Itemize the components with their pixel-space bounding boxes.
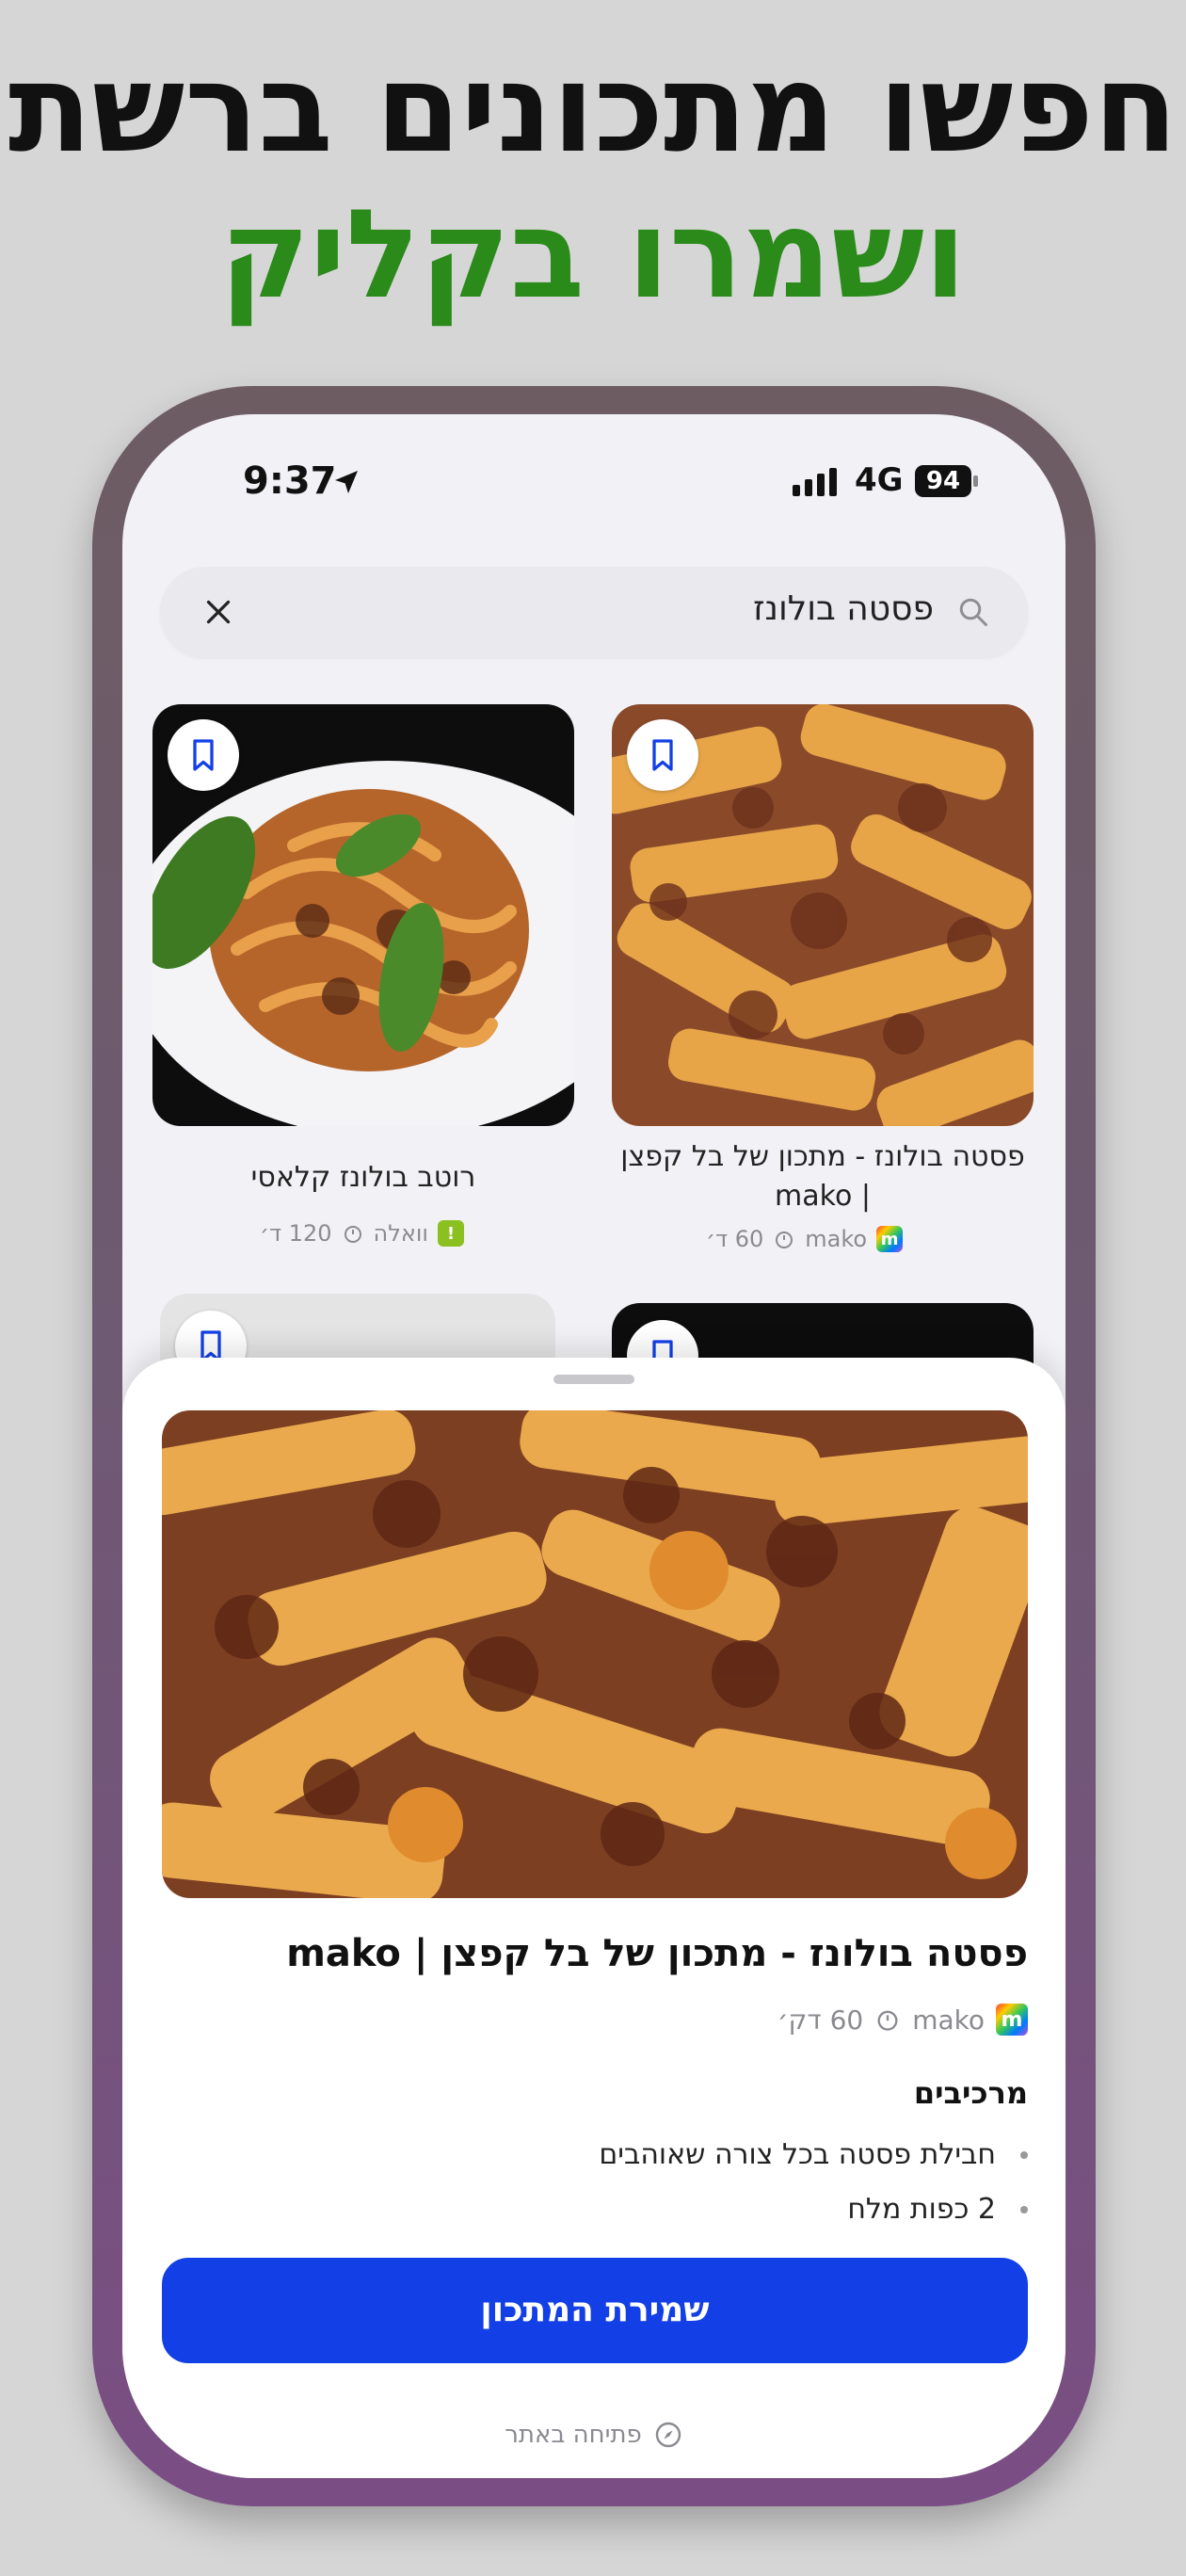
search-icon [959, 598, 987, 626]
result-time-1: 60 ד׳ [706, 1226, 764, 1252]
ingredient-text: חבילת פסטה בכל צורה שאוהבים [599, 2138, 996, 2171]
ingredients-list: חבילת פסטה בכל צורה שאוהבים 2 כפות מלח [599, 2128, 1028, 2237]
close-icon[interactable] [201, 595, 235, 629]
mako-logo-icon: m [996, 2004, 1028, 2036]
status-bar: 9:37 4G 94 [122, 414, 1066, 555]
timer-icon [344, 1226, 361, 1243]
timer-icon [776, 1232, 793, 1248]
recipe-bottom-sheet: פסטה בולונז - מתכון של בל קפצן | mako m … [122, 1358, 1066, 2478]
timer-icon [877, 2010, 898, 2031]
location-arrow-icon [335, 471, 358, 493]
signal-icon [793, 468, 837, 496]
sheet-drag-handle[interactable] [553, 1375, 634, 1384]
result-meta-1: m mako 60 ד׳ [706, 1226, 904, 1252]
search-bar[interactable]: פסטה בולונז [160, 567, 1028, 657]
status-time: 9:37 [243, 459, 337, 503]
open-in-site-label[interactable]: פתיחה באתר [505, 2421, 642, 2449]
mako-logo-icon: m [876, 1226, 904, 1252]
phone-screen: 9:37 4G 94 פסטה בולונז פסטה בולונז - מתכ… [122, 414, 1066, 2478]
bookmark-icon[interactable] [627, 719, 698, 791]
result-source-2: וואלה [373, 1220, 428, 1247]
result-source-1: mako [805, 1226, 868, 1252]
walla-logo-icon: ! [437, 1220, 464, 1247]
penne-bolognese-large-image [162, 1410, 1028, 1898]
network-label: 4G [855, 461, 904, 499]
ingredients-heading: מרכיבים [913, 2075, 1028, 2111]
recipe-image [162, 1410, 1028, 1898]
result-title-1[interactable]: פסטה בולונז - מתכון של בל קפצן | mako [612, 1137, 1034, 1216]
open-in-site-link[interactable]: פתיחה באתר [122, 2420, 1066, 2450]
recipe-title: פסטה בולונז - מתכון של בל קפצן | mako [286, 1932, 1028, 1975]
ingredient-item: חבילת פסטה בכל צורה שאוהבים [599, 2128, 1028, 2182]
headline-line-2: ושמרו בקליק [219, 183, 967, 326]
bullet-icon [1020, 2151, 1028, 2159]
ingredient-item: 2 כפות מלח [599, 2182, 1028, 2237]
battery-tip [973, 475, 978, 487]
bookmark-icon[interactable] [168, 719, 239, 791]
recipe-time: 60 דק׳ [777, 2004, 864, 2036]
compass-icon [655, 2422, 681, 2448]
result-title-2[interactable]: רוטב בולונז קלאסי [152, 1158, 574, 1198]
recipe-source: mako [912, 2004, 985, 2036]
recipe-meta: m mako 60 דק׳ [777, 2004, 1028, 2036]
result-time-2: 120 ד׳ [260, 1220, 332, 1247]
headline-line-1: חפשו מתכונים ברשת [8, 37, 1178, 180]
ingredient-text: 2 כפות מלח [847, 2193, 996, 2226]
search-input[interactable]: פסטה בולונז [753, 589, 934, 628]
bullet-icon [1020, 2206, 1028, 2214]
result-meta-2: ! וואלה 120 ד׳ [260, 1220, 464, 1247]
battery-icon: 94 [915, 465, 971, 497]
save-recipe-button[interactable]: שמירת המתכון [162, 2258, 1028, 2363]
